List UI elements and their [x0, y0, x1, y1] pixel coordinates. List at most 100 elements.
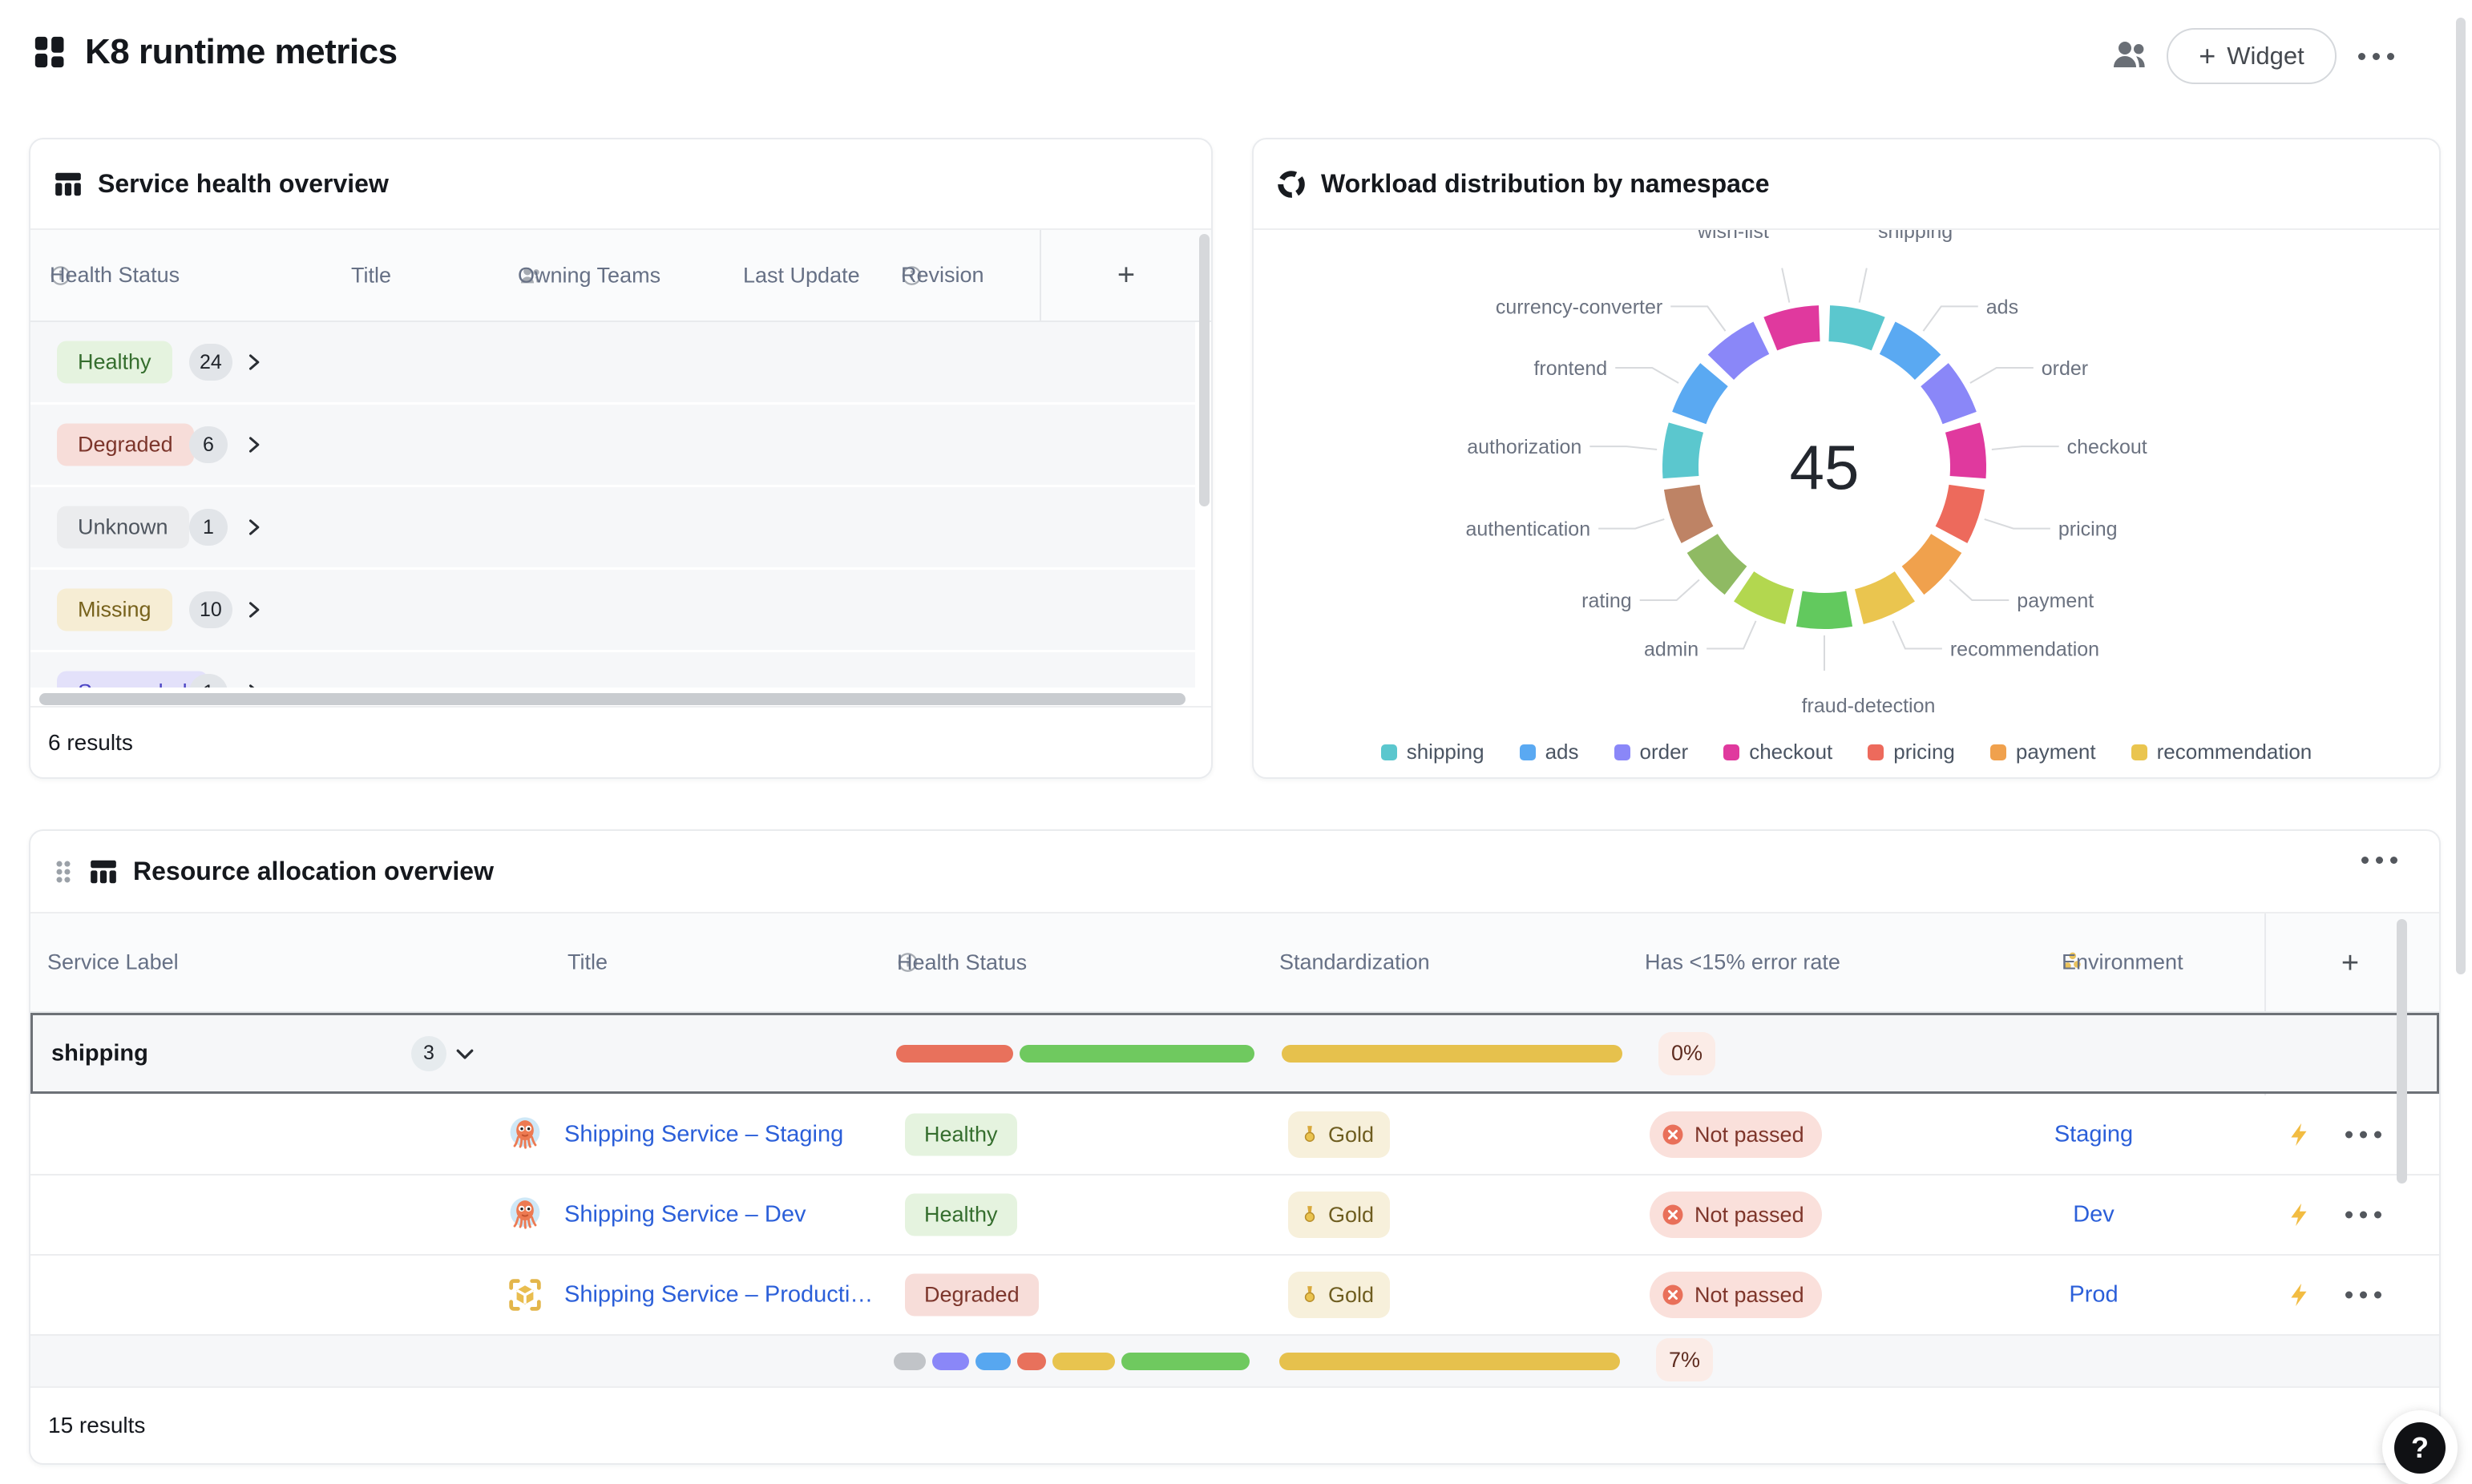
donut-label-authentication: authentication [1465, 518, 1590, 541]
label-connector [1707, 621, 1755, 649]
donut-slice-order[interactable] [1921, 363, 1977, 424]
chevron-right-icon[interactable] [242, 516, 265, 538]
widget-more-options-icon[interactable] [2361, 857, 2397, 864]
x-circle-icon [1661, 1203, 1685, 1227]
donut-label-currency-converter: currency-converter [1496, 296, 1662, 318]
table-row[interactable]: Shipping Service – Staging Healthy Gold … [30, 1095, 2439, 1176]
row-more-options-icon[interactable] [2345, 1131, 2381, 1139]
status-badge: Unknown [57, 506, 189, 549]
label-connector [1992, 446, 2059, 450]
group-count-badge: 3 [411, 1036, 446, 1071]
donut-label-authorization: authorization [1467, 436, 1581, 458]
add-widget-button[interactable]: + Widget [2167, 28, 2337, 84]
donut-slice-fraud-detection[interactable] [1796, 591, 1852, 629]
legend-item-payment[interactable]: payment [1990, 740, 2096, 764]
group-row-healthy[interactable]: Healthy 24 [30, 322, 1195, 402]
donut-label-order: order [2042, 357, 2088, 380]
standardization-bar [1282, 1045, 1622, 1063]
legend-item-checkout[interactable]: checkout [1723, 740, 1832, 764]
group-row-degraded[interactable]: Degraded 6 [30, 405, 1195, 485]
question-mark-icon: ? [2394, 1422, 2446, 1474]
namespace-donut-chart[interactable]: shippingadsordercheckoutpricingpaymentre… [1255, 230, 2438, 728]
table-vertical-scrollbar[interactable] [2397, 919, 2407, 1184]
donut-slice-shipping[interactable] [1828, 305, 1884, 350]
add-column-cell[interactable]: + [1040, 230, 1211, 321]
label-connector [1970, 368, 2034, 383]
actions-bolt-icon[interactable] [2286, 1121, 2313, 1148]
bar-segment [1017, 1353, 1046, 1370]
legend-item-ads[interactable]: ads [1520, 740, 1579, 764]
add-column-cell[interactable]: + [2294, 913, 2406, 1013]
environment-link[interactable]: Dev [1973, 1202, 2214, 1228]
service-link[interactable]: Shipping Service – Dev [564, 1202, 806, 1228]
donut-slice-payment[interactable] [1902, 534, 1962, 595]
donut-slice-rating[interactable] [1687, 534, 1747, 595]
actions-bolt-icon[interactable] [2286, 1201, 2313, 1228]
add-column-icon[interactable]: + [1117, 258, 1135, 292]
donut-slice-wish-list[interactable] [1763, 305, 1820, 350]
group-row-suspended[interactable]: Suspended 1 [30, 652, 1195, 688]
status-badge: Suspended [57, 671, 208, 688]
page-scrollbar[interactable] [2456, 18, 2466, 974]
environment-link[interactable]: Prod [1973, 1282, 2214, 1309]
add-column-icon[interactable]: + [2341, 946, 2359, 981]
service-health-rows: Healthy 24 Degraded 6 Unknown 1 Missing … [30, 322, 1195, 688]
chevron-right-icon[interactable] [242, 681, 265, 688]
donut-slice-authorization[interactable] [1662, 422, 1703, 478]
row-more-options-icon[interactable] [2345, 1212, 2381, 1219]
legend-item-order[interactable]: order [1614, 740, 1689, 764]
chevron-right-icon[interactable] [242, 599, 265, 621]
page-more-options-icon[interactable] [2358, 53, 2394, 60]
table-row[interactable]: Shipping Service – Producti… Degraded Go… [30, 1256, 2439, 1336]
chevron-right-icon[interactable] [242, 351, 265, 373]
legend-item-shipping[interactable]: shipping [1381, 740, 1484, 764]
chevron-right-icon[interactable] [242, 434, 265, 456]
chart-legend: shipping ads order checkout pricing payment re… [1254, 740, 2439, 764]
group-row-shipping-selected[interactable]: shipping 3 0% [30, 1013, 2439, 1094]
donut-slice-admin[interactable] [1734, 571, 1794, 624]
drag-handle-icon[interactable] [53, 858, 74, 885]
donut-slice-frontend[interactable] [1672, 363, 1728, 424]
group-row-missing[interactable]: Missing 10 [30, 570, 1195, 650]
legend-swatch [1381, 744, 1397, 760]
row-more-options-icon[interactable] [2345, 1292, 2381, 1299]
table-vertical-scrollbar[interactable] [1199, 234, 1210, 506]
group-row-unknown[interactable]: Unknown 1 [30, 487, 1195, 567]
legend-item-recommendation[interactable]: recommendation [2131, 740, 2312, 764]
label-connector [1949, 580, 2009, 600]
service-health-card: Service health overview Health Status Ti… [29, 138, 1213, 779]
donut-center-value: 45 [1790, 432, 1860, 502]
table-horizontal-scrollbar[interactable] [39, 693, 1186, 705]
donut-slice-authentication[interactable] [1664, 485, 1713, 543]
group-row-partial[interactable]: 7% [30, 1336, 2439, 1386]
donut-label-admin: admin [1644, 639, 1698, 661]
col-title: Title [568, 950, 608, 975]
octopus-service-icon [504, 1194, 546, 1236]
donut-slice-checkout[interactable] [1945, 422, 1986, 478]
donut-slice-ads[interactable] [1880, 321, 1941, 379]
donut-slice-pricing[interactable] [1936, 485, 1985, 543]
donut-label-checkout: checkout [2067, 436, 2147, 458]
col-environment: Environment [2062, 950, 2086, 974]
legend-item-pricing[interactable]: pricing [1868, 740, 1955, 764]
environment-link[interactable]: Staging [1973, 1122, 2214, 1148]
donut-slice-recommendation[interactable] [1855, 571, 1915, 624]
service-link[interactable]: Shipping Service – Producti… [564, 1282, 873, 1309]
donut-slice-currency-converter[interactable] [1708, 321, 1769, 379]
actions-bolt-icon[interactable] [2286, 1281, 2313, 1309]
results-count: 6 results [30, 706, 1211, 777]
results-count: 15 results [30, 1386, 2439, 1463]
legend-swatch [1990, 744, 2006, 760]
standardization-bar [1279, 1353, 1620, 1370]
resource-column-header: Service Label Title Health Status Standa… [30, 913, 2439, 1013]
col-owning-teams: Owning Teams [518, 263, 543, 288]
donut-label-frontend: frontend [1533, 357, 1607, 380]
legend-label: checkout [1749, 740, 1832, 764]
bar-segment [975, 1353, 1011, 1370]
share-users-icon[interactable] [2110, 35, 2149, 74]
chevron-down-icon[interactable] [453, 1042, 477, 1066]
service-link[interactable]: Shipping Service – Staging [564, 1122, 843, 1148]
help-button[interactable]: ? [2382, 1410, 2458, 1484]
label-connector [1860, 268, 1867, 303]
table-row[interactable]: Shipping Service – Dev Healthy Gold Not … [30, 1176, 2439, 1256]
